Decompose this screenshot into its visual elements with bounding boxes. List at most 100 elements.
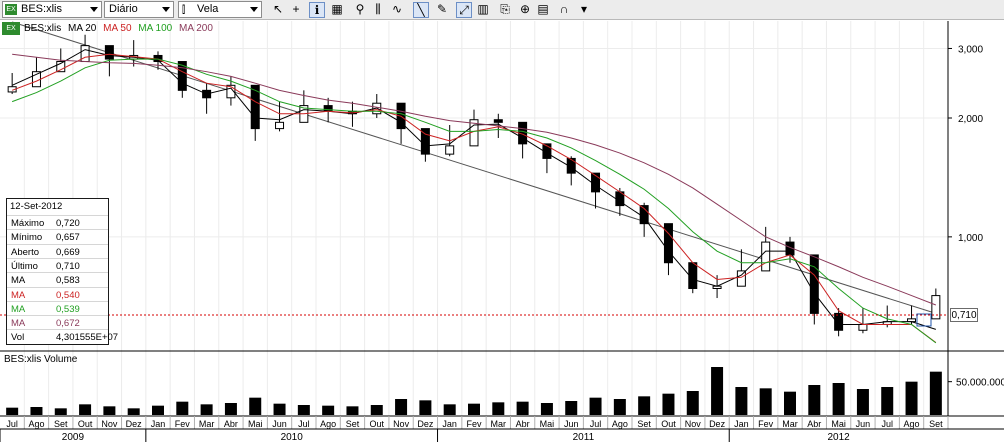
- month-label: Set: [637, 419, 651, 429]
- chart-icon[interactable]: ▤: [535, 2, 551, 18]
- month-label: Jan: [151, 419, 166, 429]
- month-label: Fev: [466, 419, 482, 429]
- bars-icon[interactable]: ⫼: [370, 2, 386, 18]
- month-label: Dez: [709, 419, 726, 429]
- volume-bar: [565, 401, 578, 415]
- trendline-icon[interactable]: ╲: [413, 2, 429, 18]
- volume-bar: [856, 389, 869, 415]
- volume-bar: [249, 397, 262, 415]
- month-label: Jun: [272, 419, 287, 429]
- month-label: Abr: [807, 419, 821, 429]
- chevron-down-icon: [162, 7, 170, 12]
- month-label: Ago: [904, 419, 920, 429]
- data-window-date: 12-Set-2012: [10, 201, 63, 212]
- legend-ma200[interactable]: MA 200: [179, 23, 213, 34]
- month-label: Mar: [199, 419, 215, 429]
- month-label: Dez: [417, 419, 434, 429]
- candle-icon: ⫿: [182, 5, 186, 16]
- volume-bar: [127, 408, 140, 415]
- month-label: Jul: [590, 419, 602, 429]
- grid-icon[interactable]: ▦: [329, 2, 345, 18]
- volume-bar: [540, 403, 553, 415]
- volume-bar: [832, 383, 845, 415]
- month-label: Jun: [564, 419, 579, 429]
- month-label: Ago: [612, 419, 628, 429]
- chart-style-icon[interactable]: ▥: [475, 2, 491, 18]
- pen-icon[interactable]: ✎: [434, 2, 450, 18]
- volume-bar: [638, 396, 651, 415]
- volume-bar: [297, 405, 310, 415]
- data-window-label: Vol: [11, 332, 25, 344]
- chart-area[interactable]: 3,000 2,000 1,000 50.000.000 Jul Ago Set Out N…: [0, 21, 1004, 443]
- month-label: Abr: [224, 419, 238, 429]
- period-combo[interactable]: Diário: [104, 1, 174, 18]
- symbol-value: BES:xlis: [21, 3, 62, 15]
- candle-body: [445, 145, 455, 155]
- volume-bar: [686, 391, 699, 415]
- volume-bar: [589, 397, 602, 415]
- volume-bar: [759, 388, 772, 415]
- month-label: Jan: [442, 419, 457, 429]
- volume-bar: [419, 400, 432, 415]
- data-window: 12-Set-2012 Máximo 0,720 Mínimo 0,657 Aberto…: [6, 198, 118, 345]
- cursor-arrow-icon[interactable]: ↖: [270, 2, 286, 18]
- toolbar: EX BES:xlis Diário ⫿ Vela ↖ + ℹ ▦ ⚲ ⫼ ∿ ╲ ✎ ⤢ ▥ ⎘ ⊕ ▤…: [0, 0, 1004, 20]
- volume-bar: [152, 405, 164, 415]
- y-tick-label: 3,000: [958, 44, 983, 55]
- magnet-icon[interactable]: ∩: [556, 2, 572, 18]
- volume-title: BES:xlis Volume: [4, 354, 78, 365]
- month-label: Jun: [856, 419, 871, 429]
- chart-legend: BES:xlis MA 20 MA 50 MA 100 MA 200: [24, 22, 217, 35]
- month-label: Mar: [491, 419, 507, 429]
- month-label: Fev: [758, 419, 774, 429]
- candle-body: [809, 254, 819, 314]
- volume-bar: [662, 393, 675, 415]
- volume-bar: [905, 381, 918, 415]
- legend-symbol[interactable]: BES:xlis: [24, 23, 61, 34]
- copy-icon[interactable]: ⎘: [497, 2, 513, 18]
- volume-bar: [516, 401, 529, 415]
- period-value: Diário: [109, 3, 138, 15]
- crosshair-icon[interactable]: +: [288, 2, 304, 18]
- month-label: Jul: [298, 419, 310, 429]
- magnifier-icon[interactable]: ⚲: [352, 2, 368, 18]
- month-label: Mai: [831, 419, 846, 429]
- volume-bar: [735, 387, 748, 415]
- volume-bar: [54, 408, 67, 415]
- volume-bar: [808, 385, 821, 415]
- volume-tick-label: 50.000.000: [956, 378, 1004, 389]
- month-label: Ago: [320, 419, 336, 429]
- zoom-icon[interactable]: ⊕: [517, 2, 533, 18]
- month-label: Nov: [393, 419, 410, 429]
- wave-icon[interactable]: ∿: [389, 2, 405, 18]
- legend-ma20[interactable]: MA 20: [68, 23, 96, 34]
- chart-svg[interactable]: 3,000 2,000 1,000 50.000.000 Jul Ago Set Out N…: [0, 21, 1004, 443]
- chart-style-combo[interactable]: ⫿ Vela: [178, 1, 262, 18]
- legend-ma50[interactable]: MA 50: [103, 23, 131, 34]
- month-label: Mai: [248, 419, 263, 429]
- legend-ma100[interactable]: MA 100: [138, 23, 172, 34]
- volume-bar: [881, 387, 894, 415]
- month-label: Set: [929, 419, 943, 429]
- volume-bar: [711, 367, 724, 415]
- volume-bar: [346, 406, 359, 415]
- volume-bar: [30, 407, 43, 415]
- dropdown-icon[interactable]: ▾: [576, 2, 592, 18]
- month-label: Fev: [175, 419, 191, 429]
- exchange-icon: EX: [5, 4, 17, 15]
- volume-bar: [492, 402, 505, 415]
- volume-bar: [79, 404, 92, 415]
- chevron-down-icon: [250, 7, 258, 12]
- candle-body: [104, 45, 114, 60]
- month-label: Dez: [126, 419, 143, 429]
- volume-bar: [224, 403, 237, 415]
- volume-bar: [468, 403, 480, 415]
- info-icon[interactable]: ℹ: [309, 2, 325, 18]
- month-label: Mai: [540, 419, 555, 429]
- symbol-combo[interactable]: EX BES:xlis: [2, 1, 102, 18]
- fit-icon[interactable]: ⤢: [456, 2, 472, 18]
- month-label: Jul: [881, 419, 893, 429]
- candle-body: [858, 323, 868, 331]
- volume-bar: [395, 399, 408, 415]
- candle-body: [663, 223, 673, 264]
